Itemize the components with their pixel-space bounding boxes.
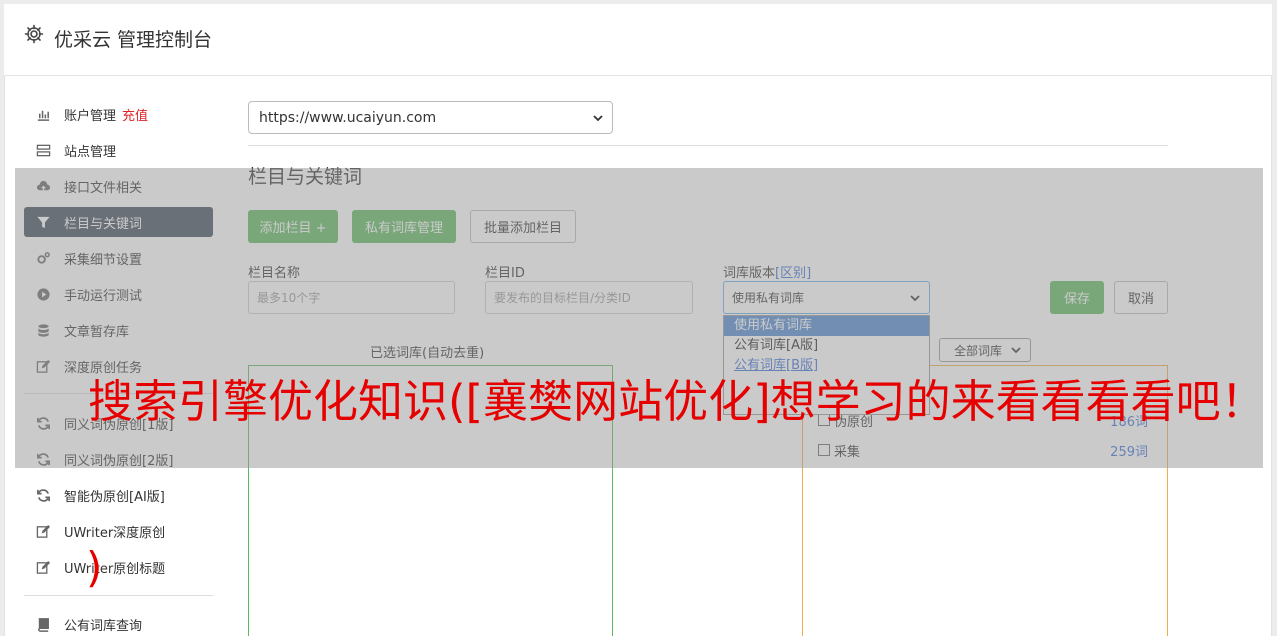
sidebar-item-label: UWriter原创标题 — [64, 561, 166, 577]
gear-icon — [24, 24, 44, 44]
edit-icon — [35, 559, 51, 575]
top-bar: 优采云 管理控制台 — [4, 4, 1272, 76]
sidebar-item-public-lib[interactable]: 公有词库查询 — [24, 609, 213, 636]
book-icon — [35, 616, 51, 632]
overlay-paren: ) — [86, 543, 103, 592]
sidebar-item-uwriter-deep[interactable]: UWriter深度原创 — [24, 516, 213, 546]
sidebar-item-label: 公有词库查询 — [64, 618, 143, 634]
chevron-down-icon — [592, 112, 604, 124]
edit-icon — [35, 523, 51, 539]
server-icon — [35, 142, 51, 158]
refresh-icon — [35, 487, 51, 503]
sidebar-item-label: 智能伪原创[AI版] — [64, 489, 165, 505]
sidebar-item-label: UWriter深度原创 — [64, 525, 166, 541]
site-select-value: https://www.ucaiyun.com — [259, 109, 437, 126]
sidebar-item-sites[interactable]: 站点管理 — [24, 135, 213, 165]
sidebar-item-label: 账户管理 — [64, 108, 117, 124]
sidebar-item-label: 站点管理 — [64, 144, 117, 160]
overlay-text: 搜索引擎优化知识([襄樊网站优化]想学习的来看看看看吧！ — [88, 375, 1266, 428]
sidebar-item-uwriter-title[interactable]: UWriter原创标题 — [24, 552, 213, 582]
site-select[interactable]: https://www.ucaiyun.com — [248, 101, 613, 134]
sidebar-item-account[interactable]: 账户管理 充值 — [24, 99, 213, 129]
sidebar-item-ai-rewrite[interactable]: 智能伪原创[AI版] — [24, 480, 213, 510]
section-divider — [248, 145, 1168, 146]
bar-chart-icon — [35, 106, 51, 122]
recharge-link[interactable]: 充值 — [122, 105, 148, 124]
page-title: 优采云 管理控制台 — [54, 29, 213, 51]
sidebar-divider — [24, 595, 213, 596]
